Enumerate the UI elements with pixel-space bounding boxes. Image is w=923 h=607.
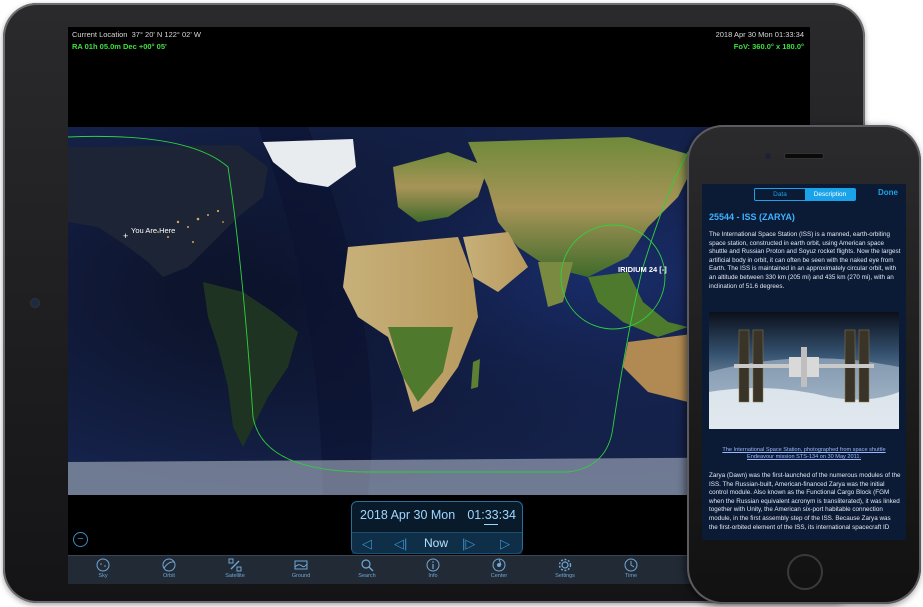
rewind-fast-icon[interactable]: ◁ [362,536,372,552]
iphone-frame: Data Description Done 25544 - ISS (ZARYA… [687,125,921,604]
photo-caption-link[interactable]: The International Space Station, photogr… [709,447,899,461]
step-forward-icon[interactable]: |▷ [462,536,475,552]
time-clock[interactable]: 01:33:34 [467,508,516,522]
location-label: Current Location [72,30,128,39]
ground-icon [294,560,308,570]
forward-fast-icon[interactable]: ▷ [500,536,510,552]
time-controls: ◁ ◁| Now |▷ ▷ [352,532,522,554]
tab-label: Satellite [225,573,245,579]
header-row-location: Current Location 37° 20' N 122° 02' W 20… [68,29,810,41]
location-value: 37° 20' N 122° 02' W [131,30,201,39]
tab-center[interactable]: Center [469,558,529,579]
you-are-here-label: You Are Here [131,226,176,235]
tab-label: Sky [98,573,108,579]
time-cursor [484,524,498,525]
satellite-title: 25544 - ISS (ZARYA) [709,212,795,222]
description-paragraph-1: The International Space Station (ISS) is… [709,231,901,290]
header-datetime: 2018 Apr 30 Mon 01:33:34 [715,30,804,39]
satellite-label[interactable]: IRIDIUM 24 [-] [618,265,667,274]
tab-sky[interactable]: Sky [73,558,133,579]
you-are-here-marker: + [123,231,128,241]
tab-label: Settings [555,573,575,579]
tab-info[interactable]: Info [403,558,463,579]
description-paragraph-2: Zarya (Dawn) was the first-launched of t… [709,472,901,531]
tab-search[interactable]: Search [337,558,397,579]
segment-description[interactable]: Description [805,189,855,200]
header-row-coordinates: RA 01h 05.0m Dec +00° 05' FoV: 360.0° x … [68,41,810,53]
info-icon [426,558,440,572]
segmented-control: Data Description [754,188,856,201]
iphone-camera [765,153,771,159]
tab-time[interactable]: Time [601,558,661,579]
time-date[interactable]: 2018 Apr 30 Mon [360,508,455,522]
tab-orbit[interactable]: Orbit [139,558,199,579]
now-button[interactable]: Now [424,536,448,550]
iphone-screen: Data Description Done 25544 - ISS (ZARYA… [702,184,906,540]
segment-data[interactable]: Data [755,189,805,200]
tab-label: Center [490,573,508,579]
iss-image [709,312,899,429]
step-back-icon[interactable]: ◁| [394,536,407,552]
sky-icon [96,558,110,572]
tab-label: Search [358,573,376,579]
gear-icon [558,558,572,572]
tab-label: Time [624,573,638,579]
tab-ground[interactable]: Ground [271,558,331,579]
satellite-icon [228,558,242,572]
tab-settings[interactable]: Settings [535,558,595,579]
done-button[interactable]: Done [878,188,898,197]
orbit-icon [162,558,176,572]
tab-label: Orbit [163,573,175,579]
iss-photo[interactable] [709,312,899,429]
center-icon [492,558,506,572]
home-button[interactable] [787,554,823,590]
clock-icon [624,558,638,572]
fov-readout: FoV: 360.0° x 180.0° [733,42,804,51]
tab-label: Ground [291,573,311,579]
ra-dec-readout: RA 01h 05.0m Dec +00° 05' [72,42,167,51]
ipad-camera [31,299,39,307]
tab-label: Info [428,573,438,579]
zoom-out-icon[interactable]: − [73,532,88,547]
device-showcase: Current Location 37° 20' N 122° 02' W 20… [0,0,923,607]
tab-satellite[interactable]: Satellite [205,558,265,579]
search-icon [361,559,374,572]
iphone-speaker [785,154,823,158]
time-panel[interactable]: 2018 Apr 30 Mon 01:33:34 ◁ ◁| Now |▷ ▷ [351,501,523,554]
